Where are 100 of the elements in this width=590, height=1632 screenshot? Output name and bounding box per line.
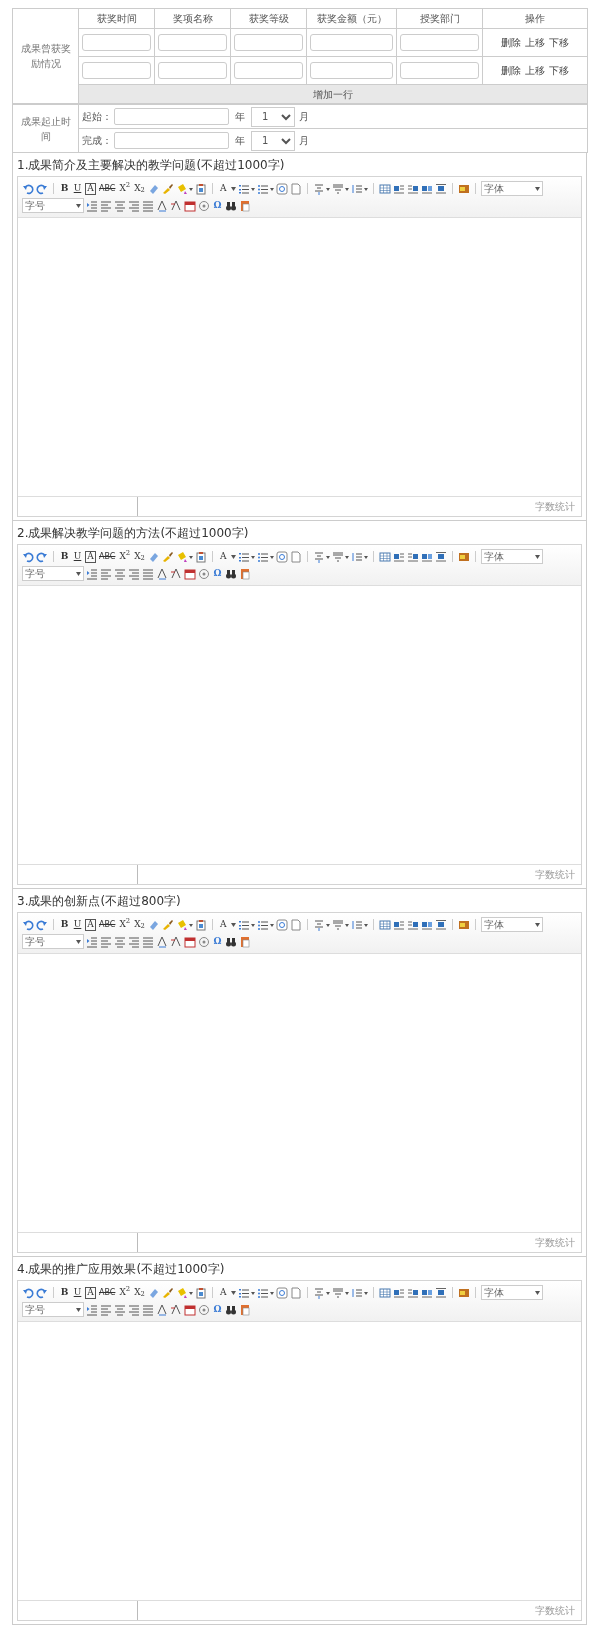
caret-icon[interactable] <box>76 1307 81 1312</box>
paint-icon[interactable] <box>175 550 193 563</box>
year-input[interactable] <box>114 132 229 149</box>
font-select[interactable]: 字体 <box>480 1285 543 1300</box>
image-right-icon[interactable] <box>406 918 419 931</box>
strikethrough-button[interactable]: ABC <box>98 182 117 195</box>
strikethrough-button[interactable]: ABC <box>98 1286 117 1299</box>
undo-icon[interactable] <box>22 550 34 563</box>
search-icon[interactable] <box>225 935 237 948</box>
bullet-list-icon[interactable] <box>256 182 274 195</box>
action-link[interactable]: 删除 <box>501 35 521 50</box>
input-field[interactable] <box>400 34 479 51</box>
undo-icon[interactable] <box>22 1286 34 1299</box>
superscript-button[interactable]: X$^{2}$ <box>118 1286 132 1299</box>
size-select[interactable]: 字号 <box>22 566 84 581</box>
align-left-icon[interactable] <box>100 567 112 580</box>
caret-icon[interactable] <box>230 922 236 927</box>
input-field[interactable] <box>400 62 479 79</box>
image-icon[interactable] <box>457 1286 470 1299</box>
caret-icon[interactable] <box>534 554 540 559</box>
superscript-button[interactable]: X$^{2}$ <box>118 182 132 195</box>
special-char-button[interactable]: Ω <box>212 567 223 580</box>
size-select[interactable]: 字号 <box>22 198 84 213</box>
line-height-icon[interactable] <box>350 550 368 563</box>
eraser-icon[interactable] <box>147 1286 160 1299</box>
bold-button[interactable]: B <box>59 550 70 563</box>
image-right-icon[interactable] <box>406 550 419 563</box>
image-icon[interactable] <box>457 550 470 563</box>
paint-icon[interactable] <box>175 1286 193 1299</box>
subscript-button[interactable]: X$_{2}$ <box>133 918 146 931</box>
input-field[interactable] <box>82 34 151 51</box>
page-icon[interactable] <box>289 918 302 931</box>
clipboard-icon[interactable] <box>194 1286 207 1299</box>
border-button[interactable]: A <box>85 550 96 563</box>
eraser-icon[interactable] <box>147 918 160 931</box>
redo-icon[interactable] <box>36 550 48 563</box>
input-field[interactable] <box>82 62 151 79</box>
search-icon[interactable] <box>225 567 237 580</box>
font-color-button[interactable]: A <box>217 918 229 931</box>
input-field[interactable] <box>234 34 303 51</box>
brush-icon[interactable] <box>161 182 174 195</box>
image-icon[interactable] <box>457 182 470 195</box>
paint-icon[interactable] <box>175 918 193 931</box>
align-center-icon[interactable] <box>114 199 126 212</box>
line-height-icon[interactable] <box>350 918 368 931</box>
image-right-icon[interactable] <box>406 1286 419 1299</box>
special-char-button[interactable]: Ω <box>212 1303 223 1316</box>
indent-icon[interactable] <box>86 199 98 212</box>
image-left-icon[interactable] <box>392 550 405 563</box>
superscript-button[interactable]: X$^{2}$ <box>118 550 132 563</box>
caret-icon[interactable] <box>230 554 236 559</box>
caret-icon[interactable] <box>230 1290 236 1295</box>
action-link[interactable]: 下移 <box>549 35 569 50</box>
image-center-icon[interactable] <box>434 918 447 931</box>
font-color-button[interactable]: A <box>217 1286 229 1299</box>
paint-icon[interactable] <box>175 182 193 195</box>
add-row-button[interactable]: 增加一行 <box>313 86 353 102</box>
undo-icon[interactable] <box>22 182 34 195</box>
calendar-icon[interactable] <box>184 567 196 580</box>
align-left-icon[interactable] <box>100 199 112 212</box>
font-select[interactable]: 字体 <box>480 181 543 196</box>
input-field[interactable] <box>234 62 303 79</box>
align-left-icon[interactable] <box>100 935 112 948</box>
bold-button[interactable]: B <box>59 182 70 195</box>
special-char-button[interactable]: Ω <box>212 935 223 948</box>
page-icon[interactable] <box>289 182 302 195</box>
action-link[interactable]: 上移 <box>525 35 545 50</box>
subscript-button[interactable]: X$_{2}$ <box>133 1286 146 1299</box>
size-select[interactable]: 字号 <box>22 934 84 949</box>
underline-button[interactable]: U <box>72 918 83 931</box>
caret-icon[interactable] <box>534 922 540 927</box>
bullet-list-icon[interactable] <box>256 918 274 931</box>
table-icon[interactable] <box>378 182 391 195</box>
page-icon[interactable] <box>289 1286 302 1299</box>
caret-icon[interactable] <box>76 571 81 576</box>
underline-button[interactable]: U <box>72 182 83 195</box>
input-field[interactable] <box>158 34 227 51</box>
align-right-icon[interactable] <box>128 199 140 212</box>
subscript-button[interactable]: X$_{2}$ <box>133 182 146 195</box>
eraser-icon[interactable] <box>147 182 160 195</box>
align-center-icon[interactable] <box>114 1303 126 1316</box>
calendar-icon[interactable] <box>184 1303 196 1316</box>
superscript-button[interactable]: X$^{2}$ <box>118 918 132 931</box>
month-select[interactable]: 1 <box>251 106 295 127</box>
input-field[interactable] <box>158 62 227 79</box>
image-center-icon[interactable] <box>434 182 447 195</box>
clipboard-icon[interactable] <box>194 918 207 931</box>
redo-icon[interactable] <box>36 918 48 931</box>
caret-icon[interactable] <box>534 1290 540 1295</box>
redo-icon[interactable] <box>36 182 48 195</box>
bold-button[interactable]: B <box>59 1286 70 1299</box>
align-right-icon[interactable] <box>128 935 140 948</box>
indent-icon[interactable] <box>86 567 98 580</box>
caret-icon[interactable] <box>76 203 81 208</box>
indent-icon[interactable] <box>86 935 98 948</box>
strikethrough-button[interactable]: ABC <box>98 550 117 563</box>
search-icon[interactable] <box>225 1303 237 1316</box>
image-center-icon[interactable] <box>434 550 447 563</box>
special-char-button[interactable]: Ω <box>212 199 223 212</box>
align-center-icon[interactable] <box>114 935 126 948</box>
